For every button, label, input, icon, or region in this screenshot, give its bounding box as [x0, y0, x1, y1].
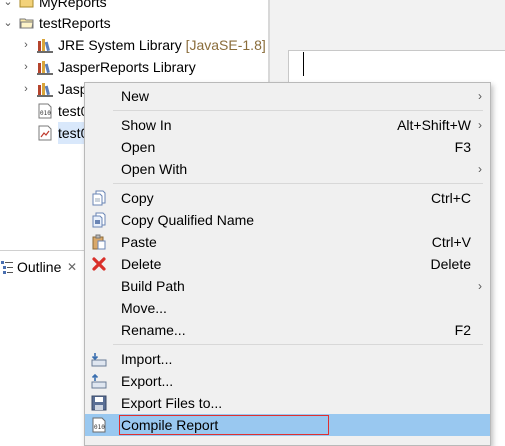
menu-item-export[interactable]: Export...: [85, 370, 490, 392]
menu-item-copy-qualified-name[interactable]: Copy Qualified Name: [85, 209, 490, 231]
menu-item-label: Copy Qualified Name: [121, 212, 255, 228]
tree-item-testreports[interactable]: ⌄ testReports: [0, 12, 268, 34]
project-folder-icon: [19, 18, 34, 29]
tree-item-jre-system-library[interactable]: › JRE System Library [JavaSE-1.8]: [0, 34, 268, 56]
menu-separator: [113, 183, 483, 184]
tree-item-label: JRE System Library: [58, 37, 186, 53]
menu-item-label: Export...: [121, 373, 174, 389]
submenu-arrow-icon: ›: [478, 162, 482, 176]
menu-item-export-files-to[interactable]: Export Files to...: [85, 392, 490, 414]
menu-item-shortcut: Ctrl+V: [431, 234, 471, 250]
library-icon: [37, 83, 53, 97]
menu-item-label: Import...: [121, 351, 173, 367]
menu-item-copy[interactable]: Copy Ctrl+C: [85, 187, 490, 209]
save-icon: [91, 395, 107, 411]
menu-item-open[interactable]: Open F3: [85, 136, 490, 158]
menu-item-delete[interactable]: Delete Delete: [85, 253, 490, 275]
project-folder-icon: [19, 0, 34, 8]
svg-text:010: 010: [94, 424, 105, 431]
chevron-down-icon[interactable]: ⌄: [2, 12, 14, 34]
menu-item-label: Move...: [121, 300, 167, 316]
menu-item-label: Export Files to...: [121, 395, 223, 411]
menu-item-label: Delete: [121, 256, 162, 272]
tree-item-test-binary[interactable]: 010 test0: [0, 100, 90, 122]
context-menu: New › Show In Alt+Shift+W › Open F3 Open…: [84, 82, 491, 446]
tree-item-jasperreports-library[interactable]: › JasperReports Library: [0, 56, 268, 78]
menu-item-build-path[interactable]: Build Path ›: [85, 275, 490, 297]
library-icon: [37, 39, 53, 53]
export-icon: [91, 373, 107, 389]
menu-item-shortcut: F2: [454, 322, 471, 338]
menu-item-label: Show In: [121, 117, 172, 133]
tree-item-label: JasperReports Library: [58, 59, 196, 75]
import-icon: [91, 353, 107, 367]
menu-item-move[interactable]: Move...: [85, 297, 490, 319]
menu-item-label: Open With: [121, 161, 188, 177]
text-caret: [303, 52, 304, 76]
compile-report-icon: 010: [92, 417, 106, 433]
copy-icon: [92, 190, 106, 206]
menu-item-compile-report[interactable]: 010 Compile Report: [85, 414, 490, 436]
submenu-arrow-icon: ›: [478, 89, 482, 103]
submenu-arrow-icon: ›: [478, 118, 482, 132]
paste-icon: [92, 234, 106, 250]
menu-item-paste[interactable]: Paste Ctrl+V: [85, 231, 490, 253]
jre-version-hint: [JavaSE-1.8]: [185, 37, 266, 53]
tab-outline[interactable]: Outline ✕: [0, 255, 77, 279]
menu-item-label: Rename...: [121, 322, 186, 338]
copy-qualified-name-icon: [92, 212, 106, 228]
tree-item-label-group: JRE System Library [JavaSE-1.8]: [58, 34, 266, 56]
menu-separator: [113, 344, 483, 345]
library-icon: [37, 61, 53, 75]
chevron-right-icon[interactable]: ›: [20, 56, 32, 78]
menu-item-shortcut: Delete: [430, 256, 471, 272]
tree-item-label: testReports: [39, 15, 111, 31]
binary-file-icon: 010: [38, 103, 52, 119]
menu-item-open-with[interactable]: Open With ›: [85, 158, 490, 180]
svg-text:010: 010: [40, 110, 51, 117]
chevron-right-icon[interactable]: ›: [20, 34, 32, 56]
delete-icon: [92, 257, 106, 271]
menu-item-new[interactable]: New ›: [85, 85, 490, 107]
menu-item-shortcut: Alt+Shift+W: [397, 117, 471, 133]
outline-tab-label: Outline: [17, 259, 62, 275]
menu-item-label: Open: [121, 139, 156, 155]
menu-item-label: Build Path: [121, 278, 185, 294]
menu-item-label: Copy: [121, 190, 154, 206]
menu-item-label: Compile Report: [121, 417, 219, 433]
submenu-arrow-icon: ›: [478, 279, 482, 293]
menu-item-label: New: [121, 88, 150, 104]
chevron-right-icon[interactable]: ›: [20, 78, 32, 100]
menu-item-shortcut: Ctrl+C: [430, 190, 471, 206]
menu-item-shortcut: F3: [454, 139, 471, 155]
close-icon[interactable]: ✕: [67, 255, 77, 279]
tree-item-jasp[interactable]: › Jasp: [0, 78, 90, 100]
menu-item-show-in[interactable]: Show In Alt+Shift+W ›: [85, 114, 490, 136]
menu-separator: [113, 110, 483, 111]
outline-icon: [1, 261, 13, 274]
menu-item-import[interactable]: Import...: [85, 348, 490, 370]
menu-item-rename[interactable]: Rename... F2: [85, 319, 490, 341]
tree-item-test-jrxml[interactable]: test0: [0, 122, 90, 144]
jrxml-file-icon: [38, 125, 52, 141]
menu-item-label: Paste: [121, 234, 157, 250]
